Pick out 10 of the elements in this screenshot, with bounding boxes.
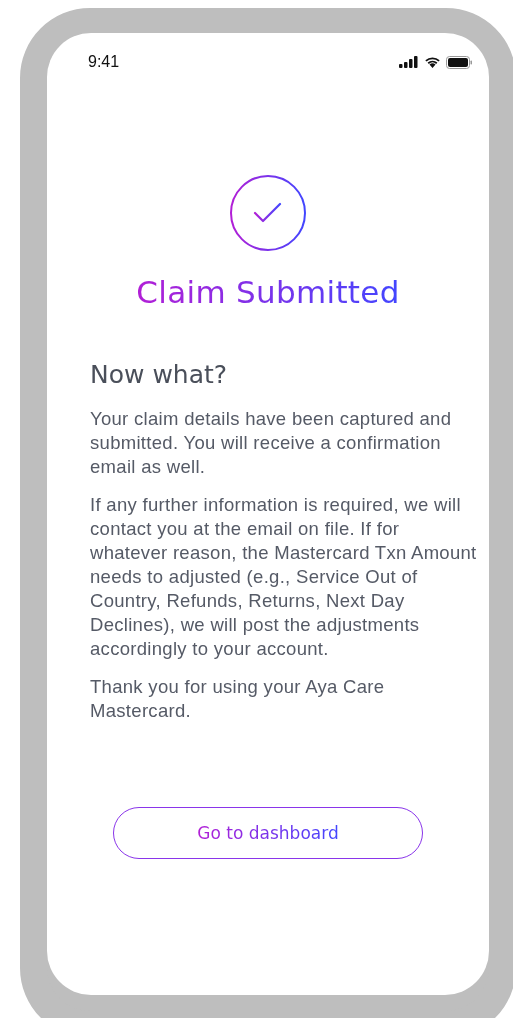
signal-icon: [399, 56, 419, 68]
section-heading: Now what?: [90, 360, 228, 389]
dashboard-button[interactable]: Go to dashboard: [113, 807, 423, 859]
body-paragraph: Your claim details have been captured and submitted. You will receive a confirmation email as well.: [90, 407, 453, 479]
body-paragraph: Thank you for using your Aya Care Mastercard.: [90, 675, 386, 723]
checkmark-circle-icon: [229, 174, 307, 252]
battery-icon: [446, 55, 473, 69]
body-paragraph: If any further information is required, we will contact you at the email on file. If for whatever reason, the Mastercard Txn Amount needs to adjusted (e.g., Service Out of Country, Refunds, Returns, Next Day Declines), we will post the adjustments accordingly to your account.: [90, 493, 478, 661]
status-time: 9:41: [88, 53, 120, 71]
wifi-icon: [424, 56, 441, 68]
